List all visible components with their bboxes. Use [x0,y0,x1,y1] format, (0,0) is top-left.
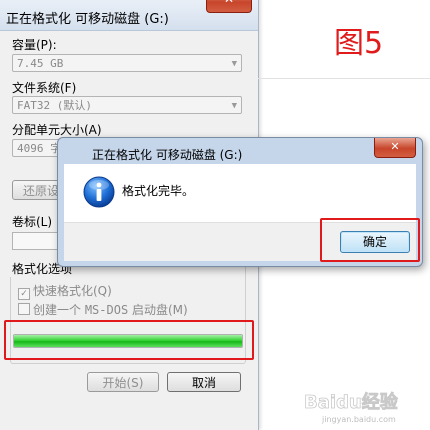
divider-line [258,78,430,79]
volume-label: 卷标(L) [12,215,53,229]
ok-highlight-box [320,218,420,262]
checkbox-icon [18,303,30,315]
dialog-close-button[interactable]: ✕ [374,138,416,158]
start-button-label: 开始(S) [102,376,144,390]
info-icon [83,176,115,208]
dialog-body: 格式化完毕。 [64,164,416,222]
chevron-down-icon: ▼ [231,59,237,69]
msdos-prefix: 创建一个 [33,303,85,317]
progress-highlight-box [4,320,254,360]
figure-annotation: 图5 [334,26,384,61]
msdos-startup-checkbox[interactable]: 创建一个 MS-DOS 启动盘(M) [18,301,188,318]
cancel-button-label: 取消 [191,376,216,390]
format-window-title: 正在格式化 可移动磁盘 (G:) [6,12,169,27]
dialog-title: 正在格式化 可移动磁盘 (G:) [92,148,243,162]
capacity-select[interactable]: 7.45 GB ▼ [12,54,242,72]
filesystem-value: FAT32 (默认) [17,99,92,112]
allocation-label: 分配单元大小(A) [12,123,102,137]
capacity-value: 7.45 GB [17,57,64,70]
capacity-label: 容量(P): [12,38,57,52]
start-button[interactable]: 开始(S) [87,372,159,392]
dialog-message: 格式化完毕。 [122,184,195,198]
watermark-text: Baidu经验 [304,391,399,413]
msdos-mono: MS-DOS [84,303,129,317]
msdos-suffix: 启动盘(M) [128,303,188,317]
checkmark-icon: ✓ [18,288,30,300]
watermark-subtext: jingyan.baidu.com [321,415,396,424]
chevron-down-icon: ▼ [231,101,237,111]
filesystem-label: 文件系统(F) [12,81,77,95]
cancel-button[interactable]: 取消 [167,372,241,392]
quick-format-label: 快速格式化(Q) [33,284,112,298]
filesystem-select[interactable]: FAT32 (默认) ▼ [12,96,242,114]
allocation-value: 4096 字 [17,142,62,155]
restore-defaults-label: 还原设 [22,184,59,198]
quick-format-checkbox[interactable]: ✓ 快速格式化(Q) [18,282,112,300]
screenshot-stage: 正在格式化 可移动磁盘 (G:) ✕ 容量(P): 7.45 GB ▼ 文件系统… [0,0,430,430]
close-icon: ✕ [207,0,251,6]
format-window-close-button[interactable]: ✕ [206,0,252,13]
baidu-watermark: Baidu经验 jingyan.baidu.com [304,391,400,424]
close-icon: ✕ [390,140,400,153]
